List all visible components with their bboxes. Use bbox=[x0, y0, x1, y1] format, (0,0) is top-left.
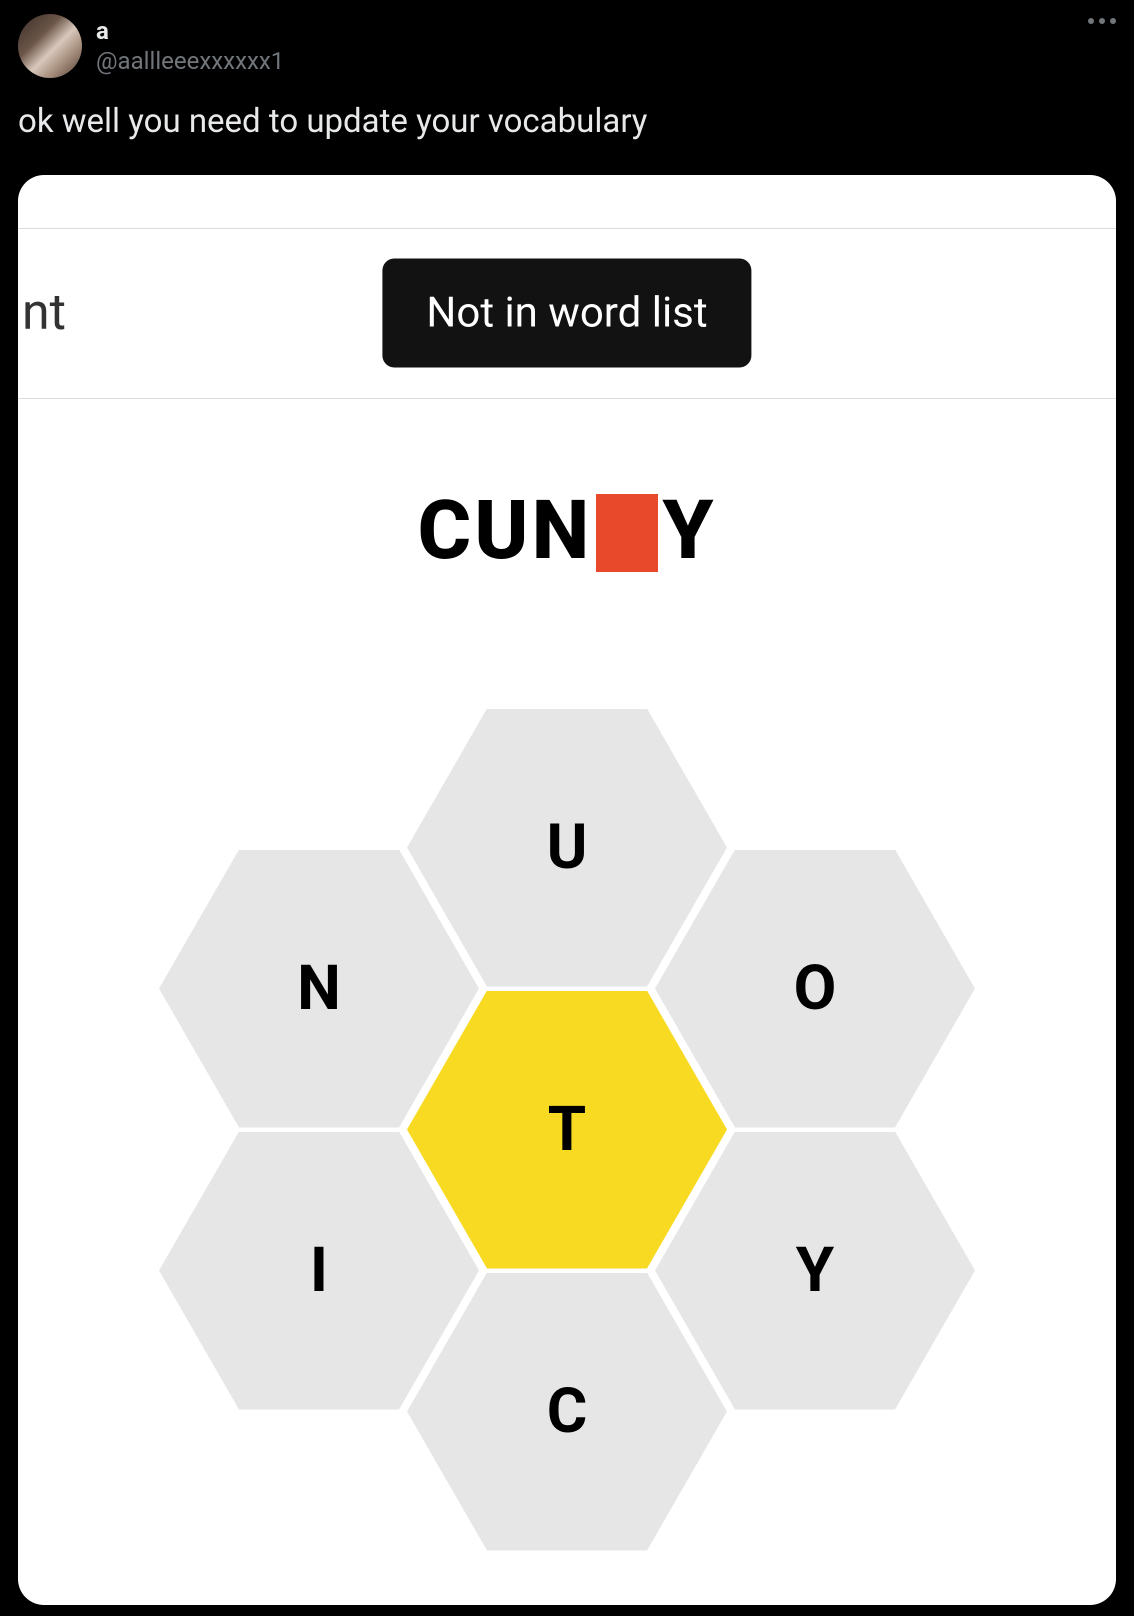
hive-letter: U bbox=[547, 811, 588, 884]
hive-cell-top-left[interactable]: N bbox=[159, 850, 479, 1128]
game-statusbar: nt Not in word list bbox=[18, 229, 1116, 399]
hive-cell-bottom[interactable]: C bbox=[407, 1273, 727, 1551]
hive-letter: O bbox=[794, 952, 837, 1025]
user-info[interactable]: a @aallleeexxxxxx1 bbox=[96, 14, 284, 76]
hive-cell-center[interactable]: T bbox=[407, 991, 727, 1269]
tweet-text: ok well you need to update your vocabula… bbox=[18, 100, 1116, 145]
hive-cell-top-right[interactable]: O bbox=[655, 850, 975, 1128]
letter-hive: U N O T I Y C bbox=[87, 709, 1047, 1605]
text-cursor bbox=[596, 494, 658, 572]
word-prefix: CUN bbox=[418, 483, 593, 579]
partial-text: nt bbox=[18, 284, 66, 342]
more-options-icon[interactable] bbox=[1088, 18, 1116, 24]
display-name: a bbox=[96, 16, 284, 46]
hive-cell-bottom-right[interactable]: Y bbox=[655, 1132, 975, 1410]
word-suffix: Y bbox=[662, 483, 716, 579]
tweet: a @aallleeexxxxxx1 ok well you need to u… bbox=[0, 0, 1134, 1605]
toast-message: Not in word list bbox=[382, 259, 751, 368]
hive-cell-top[interactable]: U bbox=[407, 709, 727, 987]
current-word-display: CUN Y bbox=[18, 483, 1116, 579]
hive-letter: N bbox=[297, 952, 341, 1025]
game-topbar bbox=[18, 175, 1116, 229]
user-handle: @aallleeexxxxxx1 bbox=[96, 46, 284, 76]
hive-letter: I bbox=[310, 1234, 328, 1307]
hive-letter: C bbox=[547, 1375, 588, 1448]
avatar[interactable] bbox=[18, 14, 82, 78]
tweet-header: a @aallleeexxxxxx1 bbox=[18, 14, 1116, 78]
embedded-game-screenshot[interactable]: nt Not in word list CUN Y U N O T I bbox=[18, 175, 1116, 1605]
hive-letter: T bbox=[548, 1093, 586, 1166]
hive-letter: Y bbox=[796, 1234, 834, 1307]
hive-cell-bottom-left[interactable]: I bbox=[159, 1132, 479, 1410]
